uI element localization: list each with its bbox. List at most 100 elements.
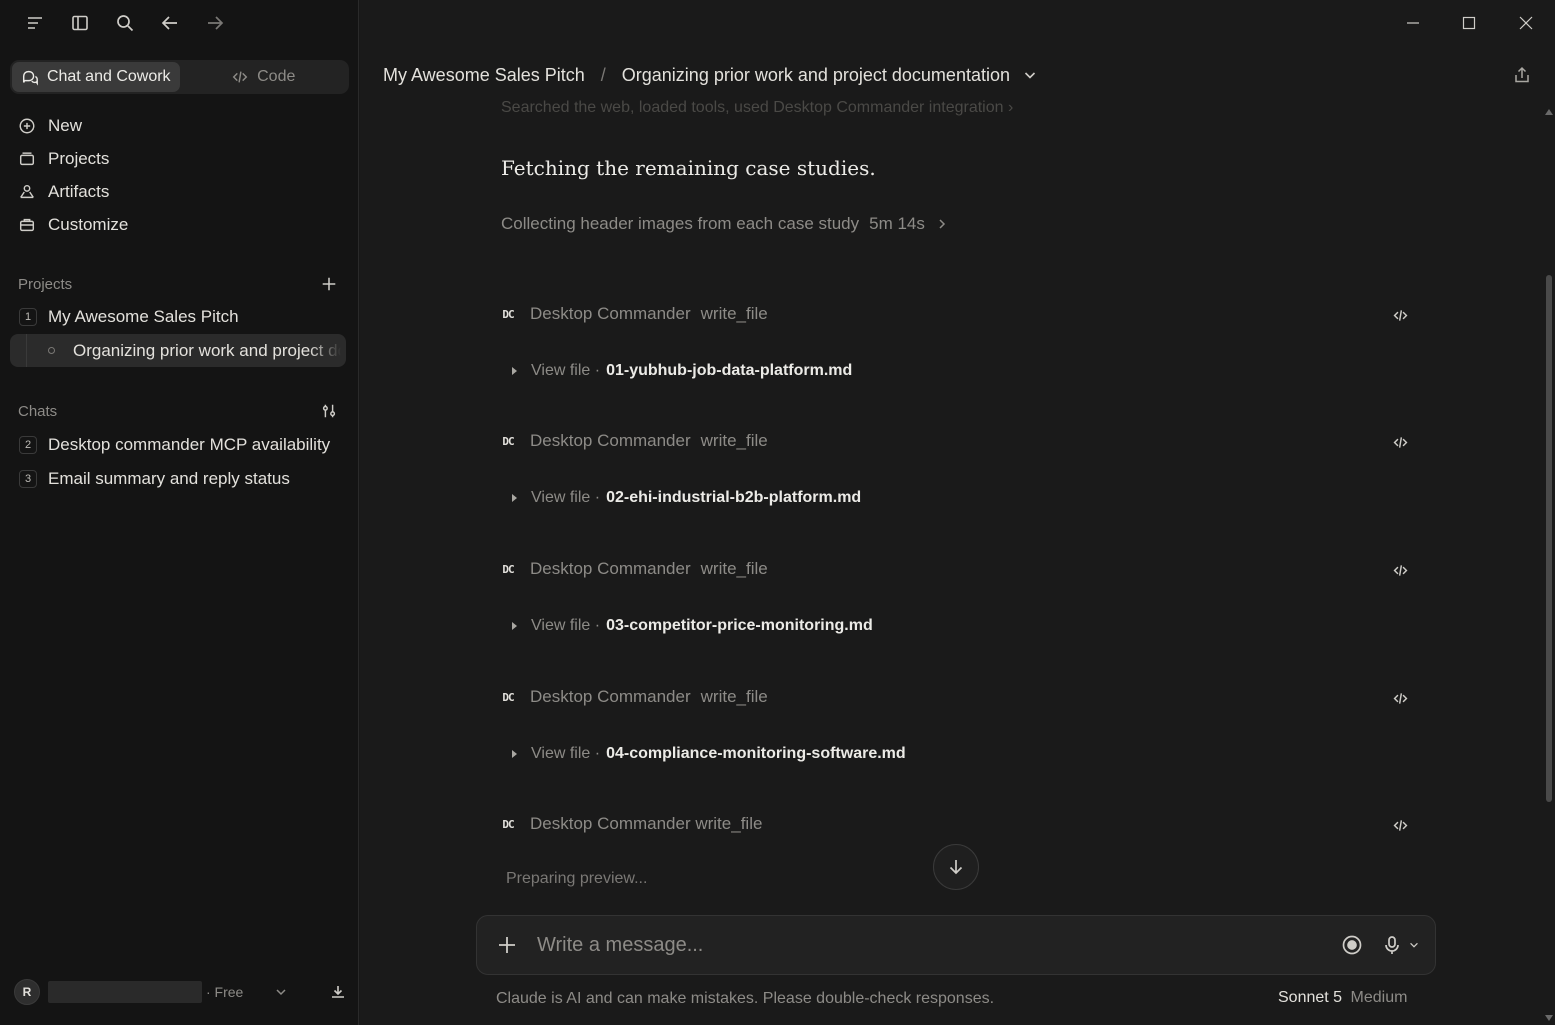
- status-message: Fetching the remaining case studies.: [501, 156, 876, 180]
- tool-name: Desktop Commander: [530, 687, 691, 706]
- code-icon[interactable]: [1389, 687, 1411, 709]
- scrollbar-thumb[interactable]: [1546, 275, 1552, 802]
- index-badge: 3: [19, 469, 37, 488]
- disclaimer-text: Claude is AI and can make mistakes. Plea…: [496, 990, 995, 1007]
- briefcase-icon: [19, 218, 35, 231]
- menu-icon[interactable]: [22, 10, 48, 36]
- model-selector[interactable]: Sonnet 5 Medium: [1278, 989, 1407, 1007]
- breadcrumb: My Awesome Sales Pitch / Organizing prio…: [383, 62, 1038, 88]
- folder-icon: [19, 151, 35, 165]
- add-attachment-icon[interactable]: [495, 933, 519, 957]
- sidebar: Chat and Cowork Code New Projects Artifa…: [0, 0, 359, 1025]
- scroll-down-arrow-icon[interactable]: [1544, 1014, 1554, 1022]
- project-item[interactable]: 1 My Awesome Sales Pitch: [10, 300, 346, 333]
- faded-summary-line[interactable]: Searched the web, loaded tools, used Des…: [501, 100, 1013, 117]
- tab-label: Chat and Cowork: [46, 68, 171, 85]
- tool-call-header[interactable]: DC Desktop Commander write_file: [499, 684, 1411, 710]
- view-file-row[interactable]: View file · 01-yubhub-job-data-platform.…: [499, 359, 1411, 383]
- view-file-label: View file ·: [531, 617, 601, 634]
- active-chat-item[interactable]: Organizing prior work and project docume…: [10, 334, 346, 367]
- chat-label: Email summary and reply status: [48, 468, 290, 488]
- tool-name: Desktop Commander: [530, 304, 691, 323]
- sidebar-item-artifacts[interactable]: Artifacts: [10, 175, 350, 208]
- view-file-row[interactable]: View file · 02-ehi-industrial-b2b-platfo…: [499, 486, 1411, 510]
- view-file-label: View file ·: [531, 745, 601, 762]
- model-effort: Medium: [1350, 989, 1408, 1006]
- forward-arrow-icon[interactable]: [202, 10, 228, 36]
- code-icon[interactable]: [1389, 814, 1411, 836]
- caret-right-icon: [512, 367, 517, 375]
- chat-dot-icon: [48, 347, 55, 354]
- tool-call-header[interactable]: DC Desktop Commander write_file: [499, 556, 1411, 582]
- tool-call: DC Desktop Commander write_file View fil…: [499, 556, 1411, 638]
- avatar: R: [14, 979, 40, 1005]
- mode-switch: Chat and Cowork Code: [10, 60, 349, 94]
- sidebar-item-new[interactable]: New: [10, 109, 350, 142]
- share-icon[interactable]: [1510, 63, 1534, 87]
- projects-section-header: Projects: [18, 272, 340, 296]
- view-file-label: View file ·: [531, 489, 601, 506]
- plus-circle-icon: [19, 118, 35, 133]
- view-file-row[interactable]: View file · 03-competitor-price-monitori…: [499, 614, 1411, 638]
- caret-right-icon: [512, 622, 517, 630]
- tool-call-header[interactable]: DC Desktop Commander write_file: [499, 428, 1411, 454]
- sidebar-item-label: Customize: [48, 214, 129, 234]
- redacted-username: [48, 981, 202, 1003]
- sidebar-item-customize[interactable]: Customize: [10, 208, 350, 241]
- app-window: Chat and Cowork Code New Projects Artifa…: [0, 0, 1555, 1025]
- chevron-right-icon: ›: [1007, 100, 1014, 116]
- chevron-right-icon: [939, 219, 945, 229]
- breadcrumb-project[interactable]: My Awesome Sales Pitch: [383, 65, 585, 86]
- tab-chat-and-cowork[interactable]: Chat and Cowork: [12, 62, 180, 92]
- tab-code[interactable]: Code: [180, 62, 348, 92]
- chevron-down-icon[interactable]: [1407, 934, 1421, 956]
- filter-sliders-icon[interactable]: [318, 400, 340, 422]
- summary-text: Searched the web, loaded tools, used Des…: [501, 100, 1004, 116]
- activity-summary[interactable]: Collecting header images from each case …: [501, 214, 949, 234]
- minimize-icon[interactable]: [1401, 11, 1425, 35]
- code-icon[interactable]: [1389, 304, 1411, 326]
- chat-label: Organizing prior work and project docume…: [73, 340, 341, 360]
- sidebar-nav: New Projects Artifacts Customize: [10, 109, 350, 241]
- activity-duration: 5m 14s: [869, 214, 925, 233]
- sidebar-toolbar: [22, 10, 228, 36]
- view-file-row[interactable]: View file · 04-compliance-monitoring-sof…: [499, 742, 1411, 766]
- back-arrow-icon[interactable]: [157, 10, 183, 36]
- code-icon[interactable]: [1389, 559, 1411, 581]
- conversation-scroll[interactable]: Searched the web, loaded tools, used Des…: [360, 100, 1555, 900]
- chat-item[interactable]: 3 Email summary and reply status: [10, 462, 346, 495]
- sidebar-item-projects[interactable]: Projects: [10, 142, 350, 175]
- record-icon[interactable]: [1341, 934, 1363, 956]
- user-account-bar[interactable]: R · Free: [14, 978, 347, 1006]
- scroll-up-arrow-icon[interactable]: [1544, 108, 1554, 116]
- tool-call-header[interactable]: DC Desktop Commander write_file: [499, 811, 1411, 837]
- sidebar-toggle-icon[interactable]: [67, 10, 93, 36]
- index-badge: 1: [19, 307, 37, 326]
- message-input[interactable]: [537, 933, 1341, 957]
- view-file-label: View file ·: [531, 362, 601, 379]
- scroll-to-bottom-button[interactable]: [933, 844, 979, 890]
- main-panel: My Awesome Sales Pitch / Organizing prio…: [360, 0, 1555, 1025]
- add-project-icon[interactable]: [318, 273, 340, 295]
- caret-right-icon: [512, 750, 517, 758]
- file-name: 02-ehi-industrial-b2b-platform.md: [606, 489, 862, 506]
- chat-item[interactable]: 2 Desktop commander MCP availability: [10, 428, 346, 461]
- desktop-commander-icon: DC: [502, 562, 514, 576]
- tool-call-header[interactable]: DC Desktop Commander write_file: [499, 301, 1411, 327]
- chevron-down-icon[interactable]: [1022, 67, 1038, 83]
- chevron-down-icon: [276, 989, 286, 996]
- tool-call: DC Desktop Commander write_file View fil…: [499, 428, 1411, 510]
- download-icon[interactable]: [329, 983, 347, 1001]
- tab-label: Code: [257, 68, 296, 85]
- maximize-icon[interactable]: [1457, 11, 1481, 35]
- tool-name: Desktop Commander: [530, 431, 691, 450]
- microphone-icon[interactable]: [1381, 934, 1403, 956]
- search-icon[interactable]: [112, 10, 138, 36]
- activity-label: Collecting header images from each case …: [501, 214, 860, 233]
- index-badge: 2: [19, 435, 37, 454]
- code-icon[interactable]: [1389, 431, 1411, 453]
- sidebar-item-label: New: [48, 115, 83, 135]
- close-icon[interactable]: [1514, 11, 1538, 35]
- tool-label: Desktop Commander write_file: [530, 814, 763, 833]
- breadcrumb-chat-title[interactable]: Organizing prior work and project docume…: [622, 65, 1010, 86]
